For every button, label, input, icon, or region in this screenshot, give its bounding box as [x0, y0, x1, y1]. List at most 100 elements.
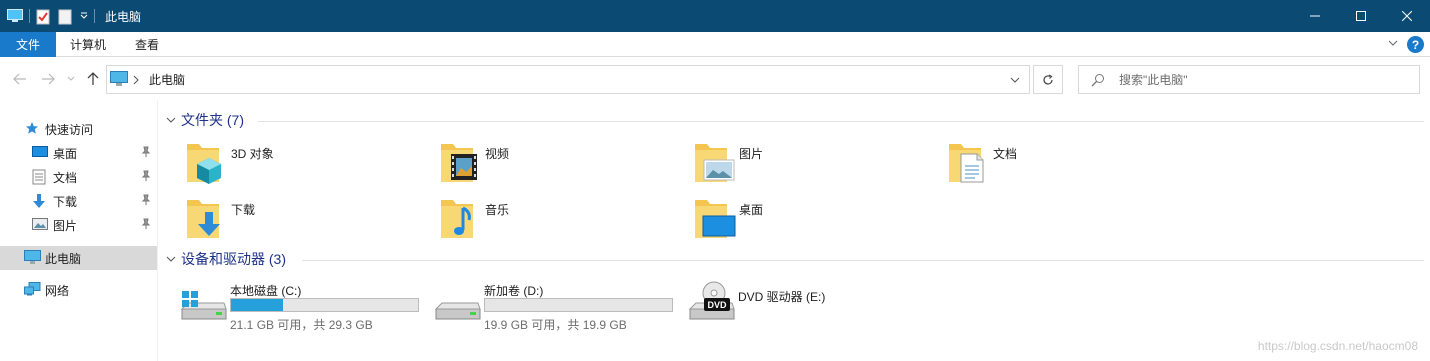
- drive-icon: [434, 302, 481, 320]
- folder-label: 桌面: [739, 203, 764, 217]
- download-icon: [32, 193, 48, 209]
- maximize-icon: [1356, 11, 1366, 21]
- sidebar-item-desktop[interactable]: 桌面: [0, 141, 157, 165]
- tab-computer[interactable]: 计算机: [70, 32, 106, 57]
- breadcrumb-this-pc[interactable]: 此电脑: [149, 66, 185, 93]
- 3d-objects-folder-icon: [187, 144, 221, 184]
- search-input[interactable]: 搜索"此电脑": [1119, 66, 1188, 93]
- tab-view[interactable]: 查看: [135, 32, 159, 57]
- title-bar: 此电脑: [0, 0, 1430, 32]
- folder-item[interactable]: 音乐: [439, 196, 689, 246]
- sidebar-item-label: 快速访问: [45, 122, 94, 137]
- quick-access-toolbar: [0, 0, 101, 32]
- folder-item[interactable]: 图片: [693, 140, 943, 190]
- close-button[interactable]: [1384, 0, 1430, 32]
- navigation-bar: 此电脑 搜索"此电脑": [0, 58, 1430, 100]
- up-button[interactable]: [85, 70, 101, 88]
- drives-section-header[interactable]: 设备和驱动器 (3): [164, 249, 286, 269]
- downloads-folder-icon: [187, 200, 220, 238]
- refresh-button[interactable]: [1033, 65, 1063, 94]
- folder-item[interactable]: 下载: [185, 196, 435, 246]
- toolbar-separator: [94, 9, 95, 23]
- sidebar-item-downloads[interactable]: 下载: [0, 189, 157, 213]
- dvd-drive-icon: DVD: [688, 281, 735, 320]
- folder-item[interactable]: 3D 对象: [185, 140, 435, 190]
- sidebar-item-documents[interactable]: 文档: [0, 165, 157, 189]
- chevron-down-icon: [166, 117, 176, 123]
- folder-item[interactable]: 文档: [947, 140, 1197, 190]
- videos-folder-icon: [441, 144, 477, 182]
- toolbar-separator: [29, 9, 30, 23]
- sidebar-item-pictures[interactable]: 图片: [0, 213, 157, 237]
- address-dropdown-button[interactable]: [1001, 66, 1029, 93]
- breadcrumb-chevron-icon[interactable]: [132, 74, 140, 88]
- windows-drive-icon: [180, 291, 227, 320]
- music-folder-icon: [441, 200, 473, 238]
- section-title: 设备和驱动器 (3): [181, 251, 286, 267]
- drive-usage-fill: [231, 299, 284, 311]
- dvd-badge-text: DVD: [707, 300, 727, 310]
- sidebar-item-label: 桌面: [53, 146, 78, 161]
- sidebar-item-quick-access[interactable]: 快速访问: [0, 117, 157, 141]
- folder-label: 视频: [485, 147, 510, 161]
- search-box[interactable]: 搜索"此电脑": [1078, 65, 1420, 94]
- minimize-icon: [1310, 15, 1320, 17]
- customize-toolbar-chevron-icon[interactable]: [80, 9, 88, 23]
- section-divider: [258, 121, 1424, 122]
- documents-folder-icon: [949, 144, 984, 183]
- tab-file[interactable]: 文件: [0, 32, 56, 57]
- drive-item[interactable]: DVD DVD 驱动器 (E:): [688, 279, 938, 333]
- back-button[interactable]: [12, 70, 28, 88]
- expand-ribbon-icon[interactable]: [1387, 37, 1399, 52]
- sidebar-item-this-pc[interactable]: 此电脑: [0, 246, 157, 270]
- window-controls: [1292, 0, 1430, 32]
- chevron-down-icon: [166, 256, 176, 262]
- drive-item[interactable]: 本地磁盘 (C:) 21.1 GB 可用，共 29.3 GB: [180, 279, 430, 333]
- help-icon[interactable]: ?: [1407, 36, 1424, 53]
- document-icon: [32, 169, 48, 185]
- drive-space-info: 19.9 GB 可用，共 19.9 GB: [484, 318, 627, 332]
- sidebar-item-label: 网络: [45, 283, 70, 298]
- recent-locations-button[interactable]: [66, 70, 76, 88]
- folder-label: 3D 对象: [231, 147, 274, 161]
- folder-item[interactable]: 视频: [439, 140, 689, 190]
- folder-label: 图片: [739, 147, 764, 161]
- address-bar[interactable]: 此电脑: [106, 65, 1030, 94]
- folder-label: 下载: [231, 203, 256, 217]
- section-title: 文件夹 (7): [181, 112, 244, 128]
- network-icon: [24, 282, 41, 298]
- folder-label: 文档: [993, 147, 1018, 161]
- arrow-right-icon: [42, 73, 55, 85]
- folder-item[interactable]: 桌面: [693, 196, 943, 246]
- forward-button[interactable]: [40, 70, 56, 88]
- sidebar-item-network[interactable]: 网络: [0, 278, 157, 302]
- star-icon: [25, 121, 40, 137]
- section-divider: [302, 260, 1424, 261]
- computer-icon: [24, 250, 41, 266]
- arrow-up-icon: [87, 72, 99, 85]
- pin-icon[interactable]: [141, 146, 151, 161]
- pin-icon[interactable]: [141, 170, 151, 185]
- sidebar-item-label: 图片: [53, 218, 78, 233]
- new-folder-icon[interactable]: [58, 9, 74, 25]
- drive-label: 本地磁盘 (C:): [230, 284, 302, 298]
- drive-usage-bar: [484, 298, 673, 312]
- pin-icon[interactable]: [141, 218, 151, 233]
- maximize-button[interactable]: [1338, 0, 1384, 32]
- drive-space-info: 21.1 GB 可用，共 29.3 GB: [230, 318, 373, 332]
- ribbon-right: ?: [1387, 32, 1430, 57]
- properties-icon[interactable]: [36, 9, 52, 25]
- pictures-folder-icon: [695, 144, 735, 182]
- drive-usage-bar: [230, 298, 419, 312]
- drive-item[interactable]: 新加卷 (D:) 19.9 GB 可用，共 19.9 GB: [434, 279, 684, 333]
- minimize-button[interactable]: [1292, 0, 1338, 32]
- picture-icon: [32, 217, 48, 233]
- refresh-icon: [1043, 73, 1053, 85]
- pin-icon[interactable]: [141, 194, 151, 209]
- chevron-down-icon: [1010, 77, 1020, 83]
- drive-label: DVD 驱动器 (E:): [738, 290, 826, 304]
- sidebar-item-label: 下载: [53, 194, 78, 209]
- close-icon: [1402, 11, 1412, 21]
- folders-section-header[interactable]: 文件夹 (7): [164, 110, 244, 130]
- ribbon-tabs: 文件 计算机 查看 ?: [0, 32, 1430, 57]
